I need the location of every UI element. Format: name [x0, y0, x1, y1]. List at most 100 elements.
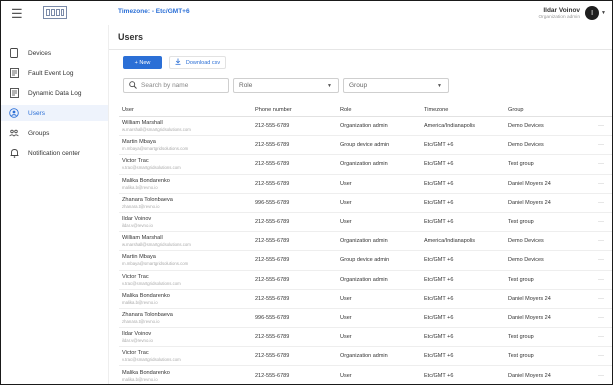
search-field[interactable] — [123, 78, 229, 93]
more-options-icon[interactable]: ··· — [590, 270, 612, 290]
user-email: malika.b@revno.io — [122, 184, 158, 190]
user-name: Zhanara Tolonbaeva — [122, 311, 173, 318]
table-row[interactable]: Zhanara Tolonbaeva zhanara.t@revno.io 996-… — [119, 193, 612, 213]
sidebar-item-users[interactable]: Users — [1, 105, 108, 121]
user-name: Victor Trac — [122, 158, 149, 165]
sidebar-item-groups[interactable]: Groups — [1, 125, 108, 141]
role-cell: User — [337, 174, 421, 194]
user-cell: Zhanara Tolonbaeva zhanara.t@revno.io — [119, 308, 252, 329]
sidebar-item-dynamic-data-log[interactable]: Dynamic Data Log — [1, 85, 108, 101]
timezone-cell: Etc/GMT +6 — [421, 250, 505, 271]
timezone-cell: Etc/GMT +6 — [421, 154, 505, 175]
role-cell: Organization admin — [337, 270, 421, 290]
more-options-icon[interactable]: ··· — [590, 346, 612, 367]
user-cell: Martin Mbaya m.mbaya@smartgridsolutions.c… — [119, 250, 252, 271]
group-cell: Daniel Moyers 24 — [505, 308, 590, 329]
table-row[interactable]: William Marshall w.marshall@smartgridsolu… — [119, 116, 612, 137]
group-cell: Test group — [505, 154, 590, 175]
user-name: Victor Trac — [122, 350, 149, 357]
new-user-button[interactable]: + New — [123, 56, 162, 69]
more-options-icon[interactable]: ··· — [590, 250, 612, 271]
table-row[interactable]: Martin Mbaya m.mbaya@smartgridsolutions.c… — [119, 250, 612, 271]
table-row[interactable]: Ildar Voinov ildar.v@revno.io 212-555-6789… — [119, 212, 612, 233]
chevron-down-icon[interactable]: ▼ — [601, 10, 606, 16]
more-options-icon[interactable]: ··· — [590, 231, 612, 252]
more-options-icon[interactable]: ··· — [590, 154, 612, 175]
group-select[interactable]: Group ▼ — [343, 78, 449, 93]
role-cell: Organization admin — [337, 346, 421, 367]
group-cell: Daniel Moyers 24 — [505, 174, 590, 194]
user-name: Malika Bondarenko — [122, 369, 170, 376]
user-name: Malika Bondarenko — [122, 177, 170, 184]
group-cell: Daniel Moyers 24 — [505, 365, 590, 384]
logo-icon[interactable] — [43, 6, 67, 19]
table-row[interactable]: Ildar Voinov ildar.v@revno.io 212-555-6789… — [119, 327, 612, 348]
more-options-icon[interactable]: ··· — [590, 327, 612, 348]
sidebar-item-label: Users — [28, 109, 45, 117]
user-email: w.marshall@smartgridsolutions.com — [122, 242, 191, 248]
user-cell: Malika Bondarenko malika.b@revno.io — [119, 289, 252, 309]
column-header-user[interactable]: User — [119, 103, 252, 117]
table-row[interactable]: Victor Trac v.trac@smartgridsolutions.com… — [119, 346, 612, 367]
role-cell: Group device admin — [337, 135, 421, 156]
sidebar-item-devices[interactable]: Devices — [1, 45, 108, 61]
sidebar-item-label: Devices — [28, 49, 52, 57]
timezone-cell: Etc/GMT +6 — [421, 346, 505, 367]
role-select[interactable]: Role ▼ — [233, 78, 339, 93]
chevron-down-icon: ▼ — [327, 82, 332, 89]
column-header-role[interactable]: Role — [337, 103, 421, 117]
role-cell: User — [337, 193, 421, 213]
download-csv-button[interactable]: Download csv — [169, 56, 226, 69]
user-email: m.mbaya@smartgridsolutions.com — [122, 146, 189, 152]
user-email: malika.b@revno.io — [122, 299, 158, 305]
more-options-icon[interactable]: ··· — [590, 135, 612, 156]
user-email: m.mbaya@smartgridsolutions.com — [122, 261, 189, 267]
phone-cell: 212-555-6789 — [252, 346, 337, 367]
column-header-timezone[interactable]: Timezone — [421, 103, 505, 117]
user-email: zhanara.t@revno.io — [122, 318, 160, 324]
user-cell: Victor Trac v.trac@smartgridsolutions.com — [119, 154, 252, 175]
more-options-icon[interactable]: ··· — [590, 212, 612, 233]
user-menu[interactable]: Ildar Voinov Organization admin I ▼ — [538, 4, 606, 22]
more-options-icon[interactable]: ··· — [590, 308, 612, 329]
more-options-icon[interactable]: ··· — [590, 365, 612, 384]
avatar[interactable]: I — [585, 6, 600, 20]
phone-cell: 212-555-6789 — [252, 174, 337, 194]
menu-icon[interactable]: ☰ — [11, 6, 23, 22]
user-name: Martin Mbaya — [122, 139, 156, 146]
table-row[interactable]: Victor Trac v.trac@smartgridsolutions.com… — [119, 270, 612, 290]
phone-cell: 212-555-6789 — [252, 231, 337, 252]
table-row[interactable]: Malika Bondarenko malika.b@revno.io 212-55… — [119, 365, 612, 384]
users-table: User Phone number Role Timezone Group Wi… — [119, 103, 612, 384]
sidebar-item-label: Groups — [28, 129, 50, 137]
group-cell: Demo Devices — [505, 135, 590, 156]
table-row[interactable]: Malika Bondarenko malika.b@revno.io 212-55… — [119, 289, 612, 309]
phone-cell: 212-555-6789 — [252, 250, 337, 271]
role-cell: User — [337, 365, 421, 384]
search-input[interactable] — [141, 82, 221, 89]
role-select-label: Role — [239, 82, 253, 89]
user-name: Victor Trac — [122, 273, 149, 280]
more-options-icon[interactable]: ··· — [590, 174, 612, 194]
table-row[interactable]: Zhanara Tolonbaeva zhanara.t@revno.io 996-… — [119, 308, 612, 329]
table-body: William Marshall w.marshall@smartgridsolu… — [119, 116, 612, 384]
user-cell: Ildar Voinov ildar.v@revno.io — [119, 327, 252, 348]
more-options-icon[interactable]: ··· — [590, 289, 612, 309]
group-cell: Test group — [505, 327, 590, 348]
column-header-phone[interactable]: Phone number — [252, 103, 337, 117]
more-options-icon[interactable]: ··· — [590, 116, 612, 137]
log-icon — [9, 88, 19, 98]
table-row[interactable]: Victor Trac v.trac@smartgridsolutions.com… — [119, 154, 612, 175]
more-options-icon[interactable]: ··· — [590, 193, 612, 213]
sidebar-item-notification-center[interactable]: Notification center — [1, 145, 108, 161]
user-name: Ildar Voinov — [122, 331, 152, 338]
table-row[interactable]: William Marshall w.marshall@smartgridsolu… — [119, 231, 612, 252]
timezone-cell: Etc/GMT +6 — [421, 135, 505, 156]
table-row[interactable]: Malika Bondarenko malika.b@revno.io 212-55… — [119, 174, 612, 194]
role-cell: User — [337, 308, 421, 329]
column-header-group[interactable]: Group — [505, 103, 590, 117]
table-row[interactable]: Martin Mbaya m.mbaya@smartgridsolutions.c… — [119, 135, 612, 156]
sidebar-item-fault-event-log[interactable]: Fault Event Log — [1, 65, 108, 81]
search-icon — [129, 80, 137, 91]
phone-cell: 212-555-6789 — [252, 289, 337, 309]
